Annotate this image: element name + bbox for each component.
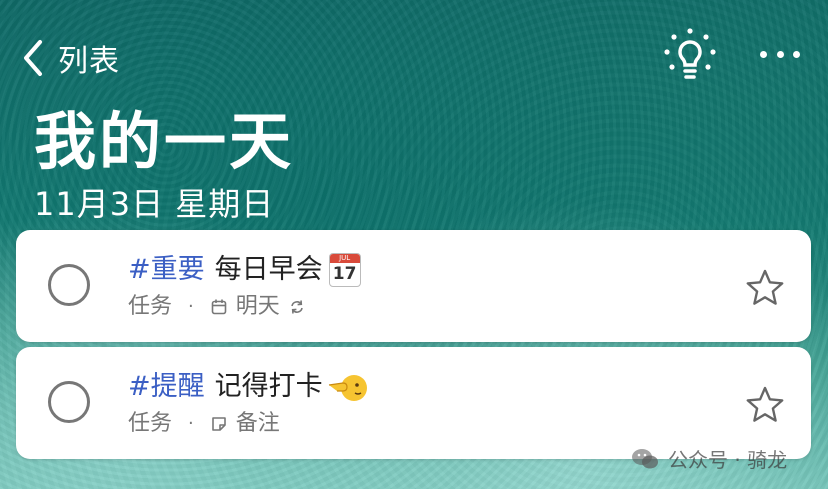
task-item[interactable]: #重要 每日早会 JUL 17 任务 · 明天 xyxy=(16,230,811,342)
pointing-hand-emoji-icon xyxy=(328,375,367,401)
page-title: 我的一天 xyxy=(34,105,295,178)
calendar-emoji-day: 17 xyxy=(332,264,357,284)
more-icon-dot xyxy=(760,50,767,58)
watermark-text: 公众号 · 骑龙 xyxy=(668,448,788,472)
task-list-name: 任务 xyxy=(128,411,173,436)
back-button[interactable]: 列表 xyxy=(22,36,120,80)
calendar-emoji-month: JUL xyxy=(329,254,360,263)
more-icon-dot xyxy=(776,50,784,58)
task-due-date: 明天 xyxy=(235,294,280,319)
task-item[interactable]: #提醒 记得打卡 任务 · 备注 xyxy=(16,347,811,459)
importance-star-button[interactable] xyxy=(745,385,785,425)
meta-separator: · xyxy=(188,296,194,317)
task-meta: 任务 · 明天 xyxy=(128,292,306,322)
repeat-icon xyxy=(290,300,303,314)
task-tag[interactable]: #提醒 xyxy=(128,367,205,407)
task-tag[interactable]: #重要 xyxy=(128,250,205,290)
chevron-left-icon xyxy=(24,40,42,76)
calendar-emoji-icon: JUL 17 xyxy=(328,253,361,287)
page-date: 11月3日 星期日 xyxy=(34,185,275,223)
task-title-row: #重要 每日早会 JUL 17 xyxy=(128,250,361,290)
back-label: 列表 xyxy=(58,44,120,79)
complete-checkbox[interactable] xyxy=(48,264,90,306)
lightbulb-icon xyxy=(664,28,716,79)
more-icon-dot xyxy=(793,50,800,58)
more-button[interactable] xyxy=(760,40,800,68)
task-list-name: 任务 xyxy=(128,294,173,319)
wechat-icon xyxy=(632,448,658,468)
task-title: 每日早会 xyxy=(214,254,323,285)
note-icon xyxy=(211,417,226,431)
task-title: 记得打卡 xyxy=(214,371,323,402)
watermark: 公众号 · 骑龙 xyxy=(630,444,787,473)
complete-checkbox[interactable] xyxy=(48,381,90,423)
suggestions-button[interactable] xyxy=(660,26,720,84)
star-icon xyxy=(746,386,784,422)
star-icon xyxy=(746,269,784,305)
meta-separator: · xyxy=(188,413,194,434)
calendar-icon xyxy=(211,299,227,315)
task-note-label: 备注 xyxy=(235,411,280,436)
importance-star-button[interactable] xyxy=(745,268,785,308)
task-meta: 任务 · 备注 xyxy=(128,409,280,439)
task-title-row: #提醒 记得打卡 xyxy=(128,367,367,407)
